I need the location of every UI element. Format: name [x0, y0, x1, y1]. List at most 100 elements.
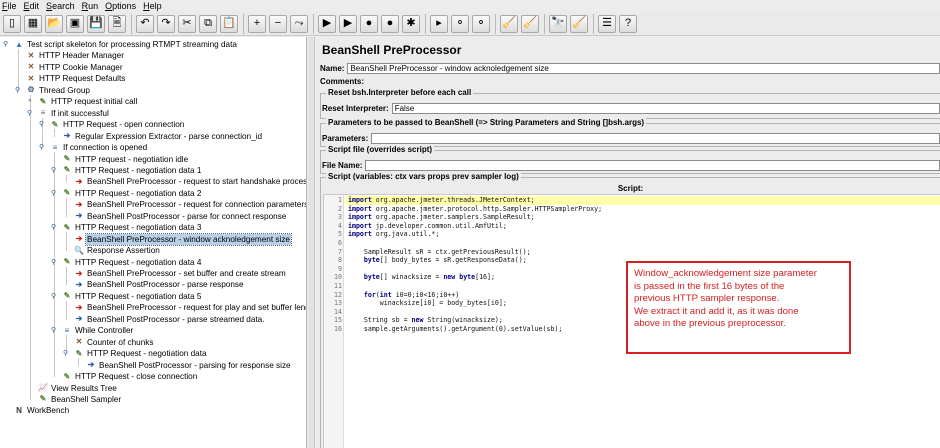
save-as-button[interactable]: 🗎	[108, 14, 126, 33]
save-button[interactable]: 💾	[87, 14, 105, 33]
tree-node[interactable]: ➔ BeanShell PostProcessor - parsing for r…	[86, 360, 292, 371]
collapse-handle-icon[interactable]: ⚲	[27, 108, 32, 119]
shutdown-button[interactable]: ●	[381, 14, 399, 33]
remote-stop-button[interactable]: ⚬	[451, 14, 469, 33]
code-line[interactable]: import org.apache.jmeter.protocol.http.S…	[348, 205, 940, 214]
stop-button[interactable]: ●	[360, 14, 378, 33]
collapse-handle-icon[interactable]: ⚲	[51, 188, 56, 199]
sampler-icon: ✎	[63, 371, 71, 381]
tree-node[interactable]: ⚲ ≡ While Controller	[51, 325, 134, 336]
templates-button[interactable]: ▦	[24, 14, 42, 33]
listener-icon: 📈	[38, 383, 48, 392]
close-file-button[interactable]: ▣	[66, 14, 84, 33]
tree-node[interactable]: ⚲ ✎ HTTP Request - negotiation data	[63, 348, 208, 359]
tree-node[interactable]: N WorkBench	[14, 405, 70, 416]
tree-node[interactable]: ➔ BeanShell PreProcessor - request to sta…	[74, 176, 306, 187]
expand-button[interactable]: +	[248, 14, 266, 33]
tree-node[interactable]: ⚲ ≡ If init successful	[27, 108, 110, 119]
tree-node[interactable]: ➔ BeanShell PreProcessor - request for co…	[74, 199, 306, 210]
collapse-handle-icon[interactable]: ⚲	[3, 39, 8, 50]
tree-node[interactable]: ⚲ ⚙ Thread Group	[15, 85, 91, 96]
menu-search[interactable]: Search	[46, 0, 75, 12]
remote-shutdown-button[interactable]: ⚬	[472, 14, 490, 33]
collapse-handle-icon[interactable]: ⚲	[39, 119, 44, 130]
menu-run[interactable]: Run	[82, 0, 99, 12]
collapse-handle-icon[interactable]: ⚲	[51, 222, 56, 233]
clear-button[interactable]: 🧹	[500, 14, 518, 33]
collapse-handle-icon[interactable]: ⚲	[51, 291, 56, 302]
collapse-handle-icon[interactable]: ⚲	[15, 85, 20, 96]
start-button[interactable]: ▶	[318, 14, 336, 33]
tree-node[interactable]: ⚲ ✎ HTTP Request - negotiation data 2	[51, 188, 202, 199]
clear-all-button[interactable]: 🧹	[521, 14, 539, 33]
tree-node[interactable]: ➔ Regular Expression Extractor - parse co…	[62, 131, 263, 142]
file-name-field[interactable]	[365, 159, 940, 171]
pre-processor-icon: ➔	[75, 302, 83, 312]
code-line[interactable]: import org.apache.jmeter.threads.JMeterC…	[345, 196, 940, 205]
remote-start-button[interactable]: ▸	[430, 14, 448, 33]
collapse-handle-icon[interactable]: ⚲	[51, 257, 56, 268]
expand-handle-icon[interactable]: ⚬	[27, 96, 33, 107]
tree-node[interactable]: ✕ Counter of chunks	[74, 337, 154, 348]
tree-node[interactable]: ➔ BeanShell PreProcessor - window acknole…	[74, 232, 292, 246]
tree-node[interactable]: ➔ BeanShell PreProcessor - set buffer and…	[74, 268, 287, 279]
pre-processor-icon: ➔	[75, 199, 83, 209]
redo-button[interactable]: ↷	[157, 14, 175, 33]
collapse-button[interactable]: −	[269, 14, 287, 33]
remote-button[interactable]: ✱	[402, 14, 420, 33]
tree-node[interactable]: ➔ BeanShell PostProcessor - parse streame…	[74, 314, 266, 325]
tree-node[interactable]: ⚲ ✎ HTTP Request - negotiation data 3	[51, 222, 202, 233]
copy-button[interactable]: ⧉	[199, 14, 217, 33]
split-pane-divider[interactable]	[308, 37, 315, 448]
tree-node[interactable]: ⚲ ▲ Test script skeleton for processing RT…	[3, 39, 238, 50]
tree-node-label: WorkBench	[27, 406, 70, 416]
tree-node[interactable]: ➔ BeanShell PostProcessor - parse for con…	[74, 211, 287, 222]
collapse-handle-icon[interactable]: ⚲	[39, 142, 44, 153]
code-line[interactable]: import org.apache.jmeter.samplers.Sample…	[348, 213, 940, 222]
menu-edit[interactable]: Edit	[24, 0, 40, 12]
code-line[interactable]: import jp.developer.common.util.AmfUtil;	[348, 222, 940, 231]
search-button[interactable]: 🔭	[549, 14, 567, 33]
tree-node[interactable]: ✕ HTTP Request Defaults	[26, 73, 126, 84]
tree-node[interactable]: ⚲ ≡ If connection is opened	[39, 142, 148, 153]
code-line[interactable]: SampleResult sR = ctx.getPreviousResult(…	[348, 248, 940, 257]
code-line[interactable]	[348, 239, 940, 248]
reset-search-button[interactable]: 🧹	[570, 14, 588, 33]
toggle-button[interactable]: ⤳	[290, 14, 308, 33]
tree-node[interactable]: ⚲ ✎ HTTP Request - negotiation data 1	[51, 165, 202, 176]
tree-node[interactable]: ➔ BeanShell PreProcessor - request for pl…	[74, 302, 306, 313]
function-helper-button[interactable]: ☰	[598, 14, 616, 33]
tree-node[interactable]: ➔ BeanShell PostProcessor - parse respons…	[74, 279, 245, 290]
tree-node[interactable]: ⚲ ✎ HTTP Request - negotiation data 4	[51, 257, 202, 268]
collapse-handle-icon[interactable]: ⚲	[51, 165, 56, 176]
test-plan-tree[interactable]: ⚲ ▲ Test script skeleton for processing RT…	[0, 37, 307, 448]
open-button[interactable]: 📂	[45, 14, 63, 33]
code-line[interactable]: import org.java.util.*;	[348, 230, 940, 239]
collapse-handle-icon[interactable]: ⚲	[51, 325, 56, 336]
start-no-pause-button[interactable]: ▶	[339, 14, 357, 33]
redo-icon: ↷	[161, 17, 171, 29]
name-field[interactable]: BeanShell PreProcessor - window acknoled…	[347, 62, 940, 74]
tree-node[interactable]: ⚬ ✎ HTTP request initial call	[27, 96, 138, 107]
sampler-icon: ✎	[75, 348, 83, 358]
tree-node[interactable]: ✎ BeanShell Sampler	[38, 394, 122, 405]
collapse-handle-icon[interactable]: ⚲	[63, 348, 68, 359]
help-button[interactable]: ?	[619, 14, 637, 33]
menu-options[interactable]: Options	[105, 0, 136, 12]
undo-button[interactable]: ↶	[136, 14, 154, 33]
tree-node[interactable]: ✕ HTTP Header Manager	[26, 50, 125, 61]
tree-node[interactable]: ✎ HTTP Request - close connection	[62, 371, 198, 382]
cut-button[interactable]: ✂	[178, 14, 196, 33]
tree-node[interactable]: ⚲ ✎ HTTP Request - negotiation data 5	[51, 291, 202, 302]
menu-file[interactable]: File	[2, 0, 17, 12]
tree-node[interactable]: ✕ HTTP Cookie Manager	[26, 62, 124, 73]
reset-interpreter-field[interactable]: False	[391, 102, 940, 114]
menu-help[interactable]: Help	[143, 0, 162, 12]
tree-node[interactable]: ⚲ ✎ HTTP Request - open connection	[39, 119, 185, 130]
tree-node[interactable]: ✎ HTTP request - negotiation idle	[62, 154, 189, 165]
paste-button[interactable]: 📋	[220, 14, 238, 33]
tree-node[interactable]: 🔍 Response Assertion	[74, 245, 161, 256]
tree-node[interactable]: 📈 View Results Tree	[38, 383, 118, 394]
new-button[interactable]: ▯	[3, 14, 21, 33]
parameters-field[interactable]	[371, 132, 940, 144]
